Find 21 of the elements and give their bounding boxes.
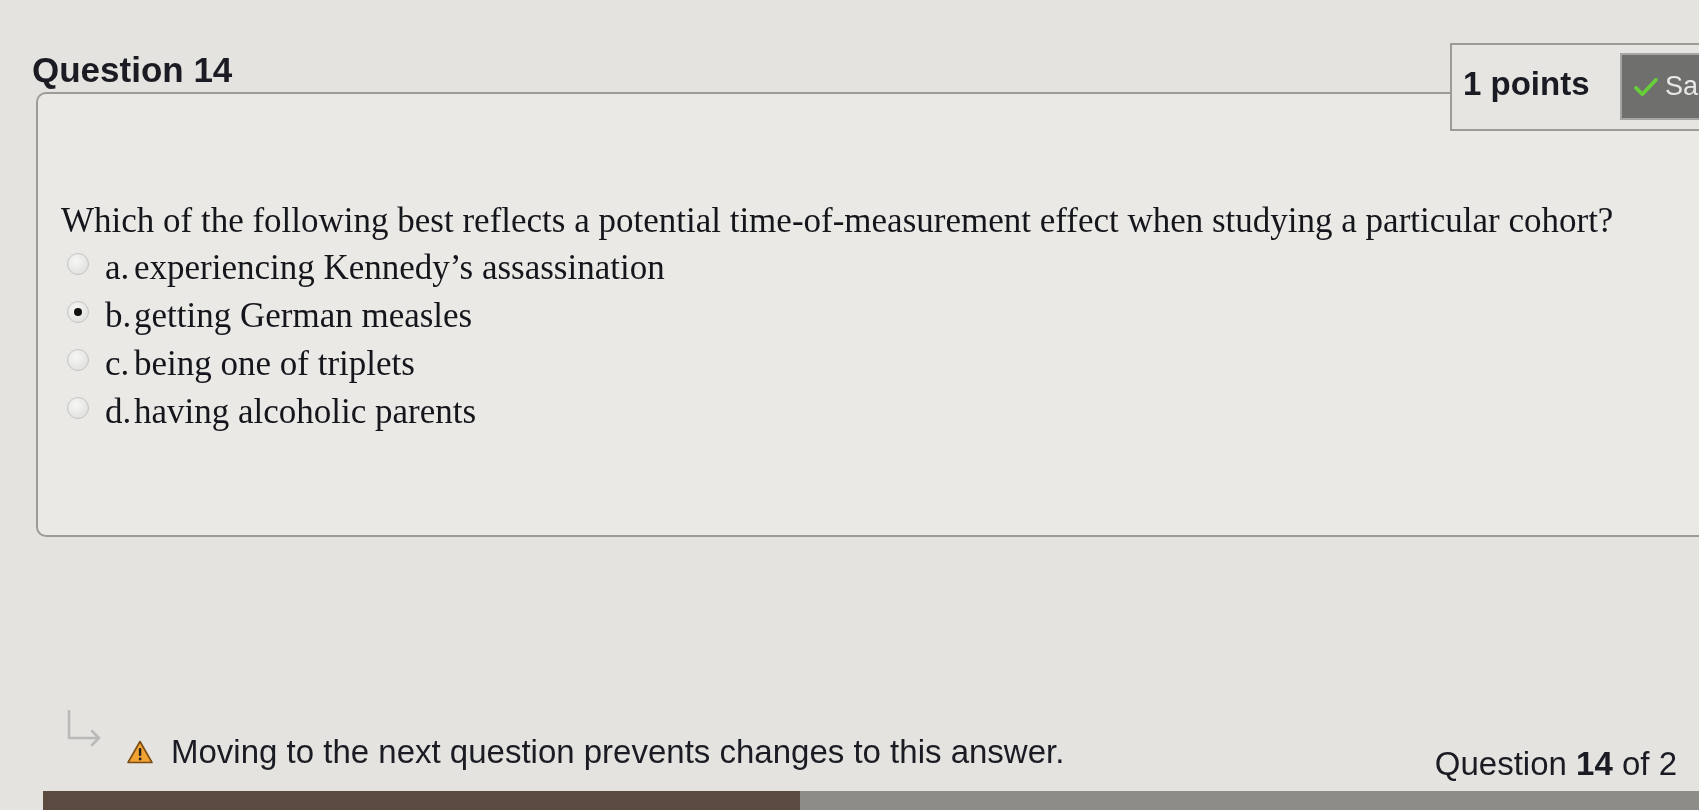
question-counter: Question 14 of 2 — [1434, 745, 1677, 783]
option-text: experiencing Kennedy’s assassination — [134, 247, 665, 289]
turn-arrow-icon — [65, 710, 103, 748]
option-text: getting German measles — [134, 295, 473, 337]
radio-button[interactable] — [67, 301, 89, 323]
radio-button[interactable] — [67, 397, 89, 419]
option-text: being one of triplets — [134, 343, 415, 385]
option-letter: d. — [105, 391, 133, 433]
option-text: having alcoholic parents — [134, 391, 477, 433]
option-letter: c. — [105, 343, 131, 385]
save-button[interactable]: Sa — [1620, 53, 1699, 120]
radio-button[interactable] — [67, 349, 89, 371]
warning-message: Moving to the next question prevents changes to this answer. — [171, 733, 1065, 771]
question-text: Which of the following best reflects a potential time-of-measurement effect when studying a particular cohort? — [61, 200, 1614, 242]
warning-icon — [127, 740, 153, 764]
check-icon — [1634, 76, 1658, 97]
radio-button[interactable] — [67, 253, 89, 275]
question-title: Question 14 — [32, 50, 233, 90]
points-label: 1 points — [1463, 65, 1590, 103]
option-letter: a. — [105, 247, 131, 289]
option-letter: b. — [105, 295, 133, 337]
